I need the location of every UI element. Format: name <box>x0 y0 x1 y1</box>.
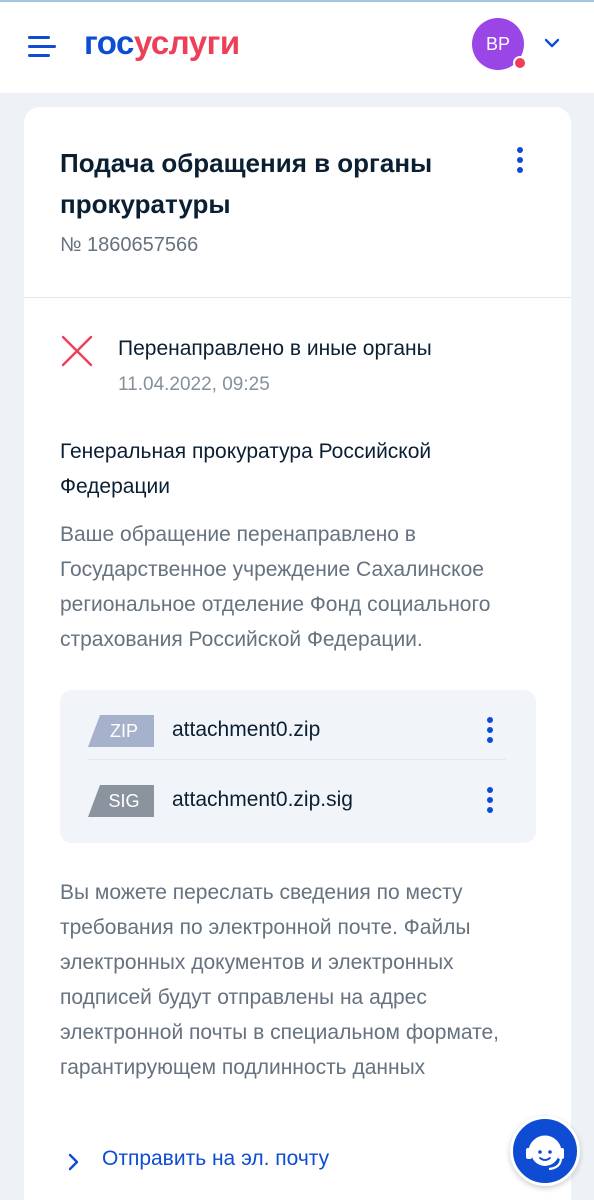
attachments-list: ZIP attachment0.zip SIG attachment0.zip.… <box>60 690 536 843</box>
file-name[interactable]: attachment0.zip.sig <box>172 788 353 812</box>
file-more-options-icon[interactable] <box>480 715 500 745</box>
file-type-label: ZIP <box>109 721 138 741</box>
page-title: Подача обращения в органы прокуратуры <box>60 148 433 219</box>
file-more-options-icon[interactable] <box>480 785 500 815</box>
zip-file-icon: ZIP <box>88 715 154 747</box>
gosuslugi-logo[interactable]: госуслуги <box>84 24 240 62</box>
header-top-border <box>0 0 594 2</box>
file-type-label: SIG <box>108 791 140 811</box>
top-header: госуслуги ВР <box>0 0 594 93</box>
send-email-label[interactable]: Отправить на эл. почту <box>102 1147 329 1171</box>
status-description: Ваше обращение перенаправлено в Государс… <box>60 523 491 651</box>
status-text: Перенаправлено в иные органы <box>118 337 432 360</box>
support-chat-button[interactable] <box>510 1116 580 1186</box>
application-number: № 1860657566 <box>60 234 199 256</box>
organization-name: Генеральная прокуратура Российской Федер… <box>60 440 432 498</box>
logo-part-uslugi: услуги <box>133 24 240 61</box>
chevron-right-icon <box>68 1153 79 1171</box>
more-options-icon[interactable] <box>508 145 532 175</box>
file-item-zip[interactable]: ZIP attachment0.zip <box>88 704 506 760</box>
support-operator-icon <box>526 1135 564 1171</box>
logo-part-gos: гос <box>84 24 134 61</box>
notification-dot <box>513 56 527 70</box>
divider <box>24 297 571 298</box>
menu-icon[interactable] <box>28 34 56 60</box>
chevron-down-icon[interactable] <box>541 32 563 54</box>
sig-file-icon: SIG <box>88 785 154 817</box>
application-card: Подача обращения в органы прокуратуры № … <box>24 107 571 1200</box>
email-info-text: Вы можете переслать сведения по месту тр… <box>60 881 500 1079</box>
file-item-sig[interactable]: SIG attachment0.zip.sig <box>88 774 506 830</box>
file-name[interactable]: attachment0.zip <box>172 718 320 742</box>
status-date: 11.04.2022, 09:25 <box>118 374 270 395</box>
cross-icon <box>61 335 93 367</box>
